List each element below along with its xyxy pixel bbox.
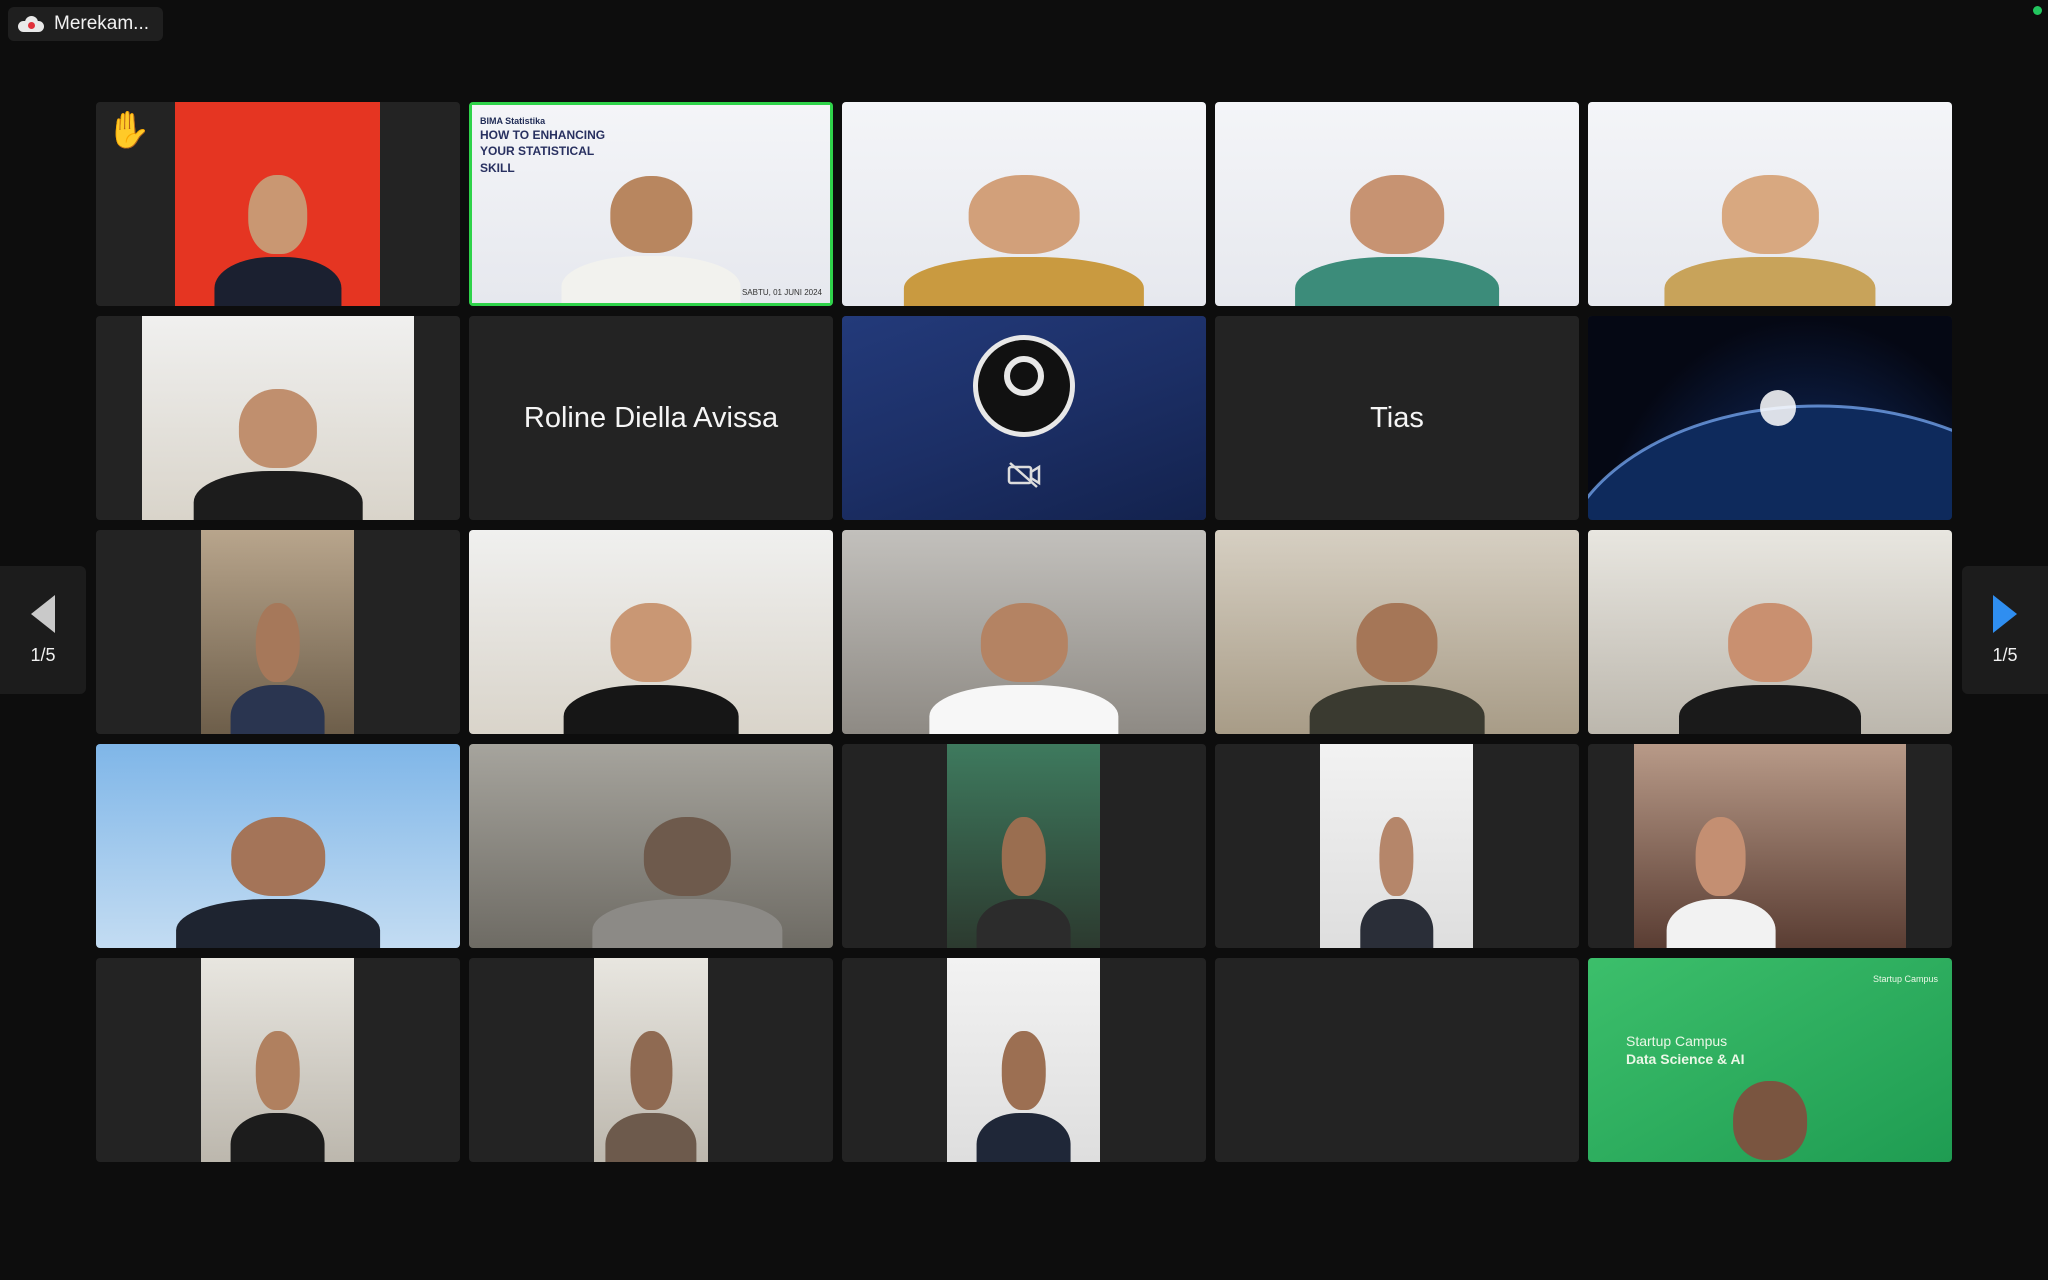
raised-hand-icon: ✋ [106, 109, 151, 150]
participant-video [1588, 530, 1952, 734]
participant-tile[interactable] [1215, 530, 1579, 734]
participant-tile[interactable] [1588, 744, 1952, 948]
participant-video [842, 316, 1206, 520]
participant-tile[interactable] [96, 316, 460, 520]
participant-tile[interactable] [469, 744, 833, 948]
participant-video [947, 744, 1100, 948]
participant-tile[interactable]: Roline Diella Avissa [469, 316, 833, 520]
participant-tile[interactable] [1215, 102, 1579, 306]
participant-tile[interactable] [96, 958, 460, 1162]
participant-video [201, 958, 354, 1162]
participant-video [175, 102, 380, 306]
participant-tile[interactable] [842, 102, 1206, 306]
earth-image [1588, 390, 1952, 520]
participant-video [594, 958, 708, 1162]
participant-name: Roline Diella Avissa [523, 401, 779, 434]
participant-video [947, 958, 1100, 1162]
participant-tile[interactable] [1215, 744, 1579, 948]
slide-title: BIMA Statistika HOW TO ENHANCING YOUR ST… [480, 116, 606, 175]
participant-video [1215, 530, 1579, 734]
participant-video [142, 316, 414, 520]
participant-video [201, 530, 354, 734]
participant-video: BIMA Statistika HOW TO ENHANCING YOUR ST… [472, 105, 830, 303]
participant-video [842, 530, 1206, 734]
recording-indicator[interactable]: Merekam... [8, 7, 164, 41]
participant-video [469, 744, 833, 948]
participant-tile[interactable] [96, 744, 460, 948]
participant-tile[interactable] [1588, 102, 1952, 306]
participant-video [1320, 744, 1473, 948]
participant-video [1634, 744, 1906, 948]
participant-video [1588, 102, 1952, 306]
startup-title: Startup Campus Data Science & AI [1626, 1033, 1745, 1068]
participant-tile[interactable] [1588, 316, 1952, 520]
chevron-right-icon [1993, 594, 2017, 633]
page-indicator-right: 1/5 [1992, 644, 2018, 665]
participant-tile[interactable] [842, 530, 1206, 734]
participant-tile[interactable]: Tias [1215, 316, 1579, 520]
participant-tile[interactable] [96, 530, 460, 734]
participant-video [842, 102, 1206, 306]
next-page-button[interactable]: 1/5 [1962, 566, 2048, 694]
active-speaker-tile[interactable]: BIMA Statistika HOW TO ENHANCING YOUR ST… [469, 102, 833, 306]
participant-tile[interactable]: ✋ [96, 102, 460, 306]
participant-video [469, 530, 833, 734]
participant-grid: ✋ BIMA Statistika HOW TO ENHANCING YOUR … [96, 102, 1952, 1162]
startup-brand-logo: Startup Campus [1872, 974, 1938, 984]
participant-tile[interactable] [842, 316, 1206, 520]
participant-tile[interactable] [842, 958, 1206, 1162]
participant-tile[interactable]: Startup Campus Startup Campus Data Scien… [1588, 958, 1952, 1162]
obs-logo-icon [978, 340, 1070, 432]
chevron-left-icon [31, 594, 55, 633]
participant-tile-empty[interactable] [1215, 958, 1579, 1162]
participant-tile[interactable] [842, 744, 1206, 948]
page-indicator-left: 1/5 [30, 644, 56, 665]
participant-name: Tias [1370, 401, 1424, 434]
status-dot [2033, 6, 2042, 15]
participant-tile[interactable] [1588, 530, 1952, 734]
recording-label: Merekam... [54, 13, 150, 34]
slide-date: SABTU, 01 JUNI 2024 [741, 288, 822, 297]
participant-video [96, 744, 460, 948]
previous-page-button[interactable]: 1/5 [0, 566, 86, 694]
participant-tile[interactable] [469, 530, 833, 734]
participant-video [1215, 102, 1579, 306]
participant-video: Startup Campus Startup Campus Data Scien… [1588, 958, 1952, 1162]
participant-video [1588, 316, 1952, 520]
participant-tile[interactable] [469, 958, 833, 1162]
video-off-icon [1007, 462, 1041, 488]
cloud-record-icon [18, 16, 44, 32]
